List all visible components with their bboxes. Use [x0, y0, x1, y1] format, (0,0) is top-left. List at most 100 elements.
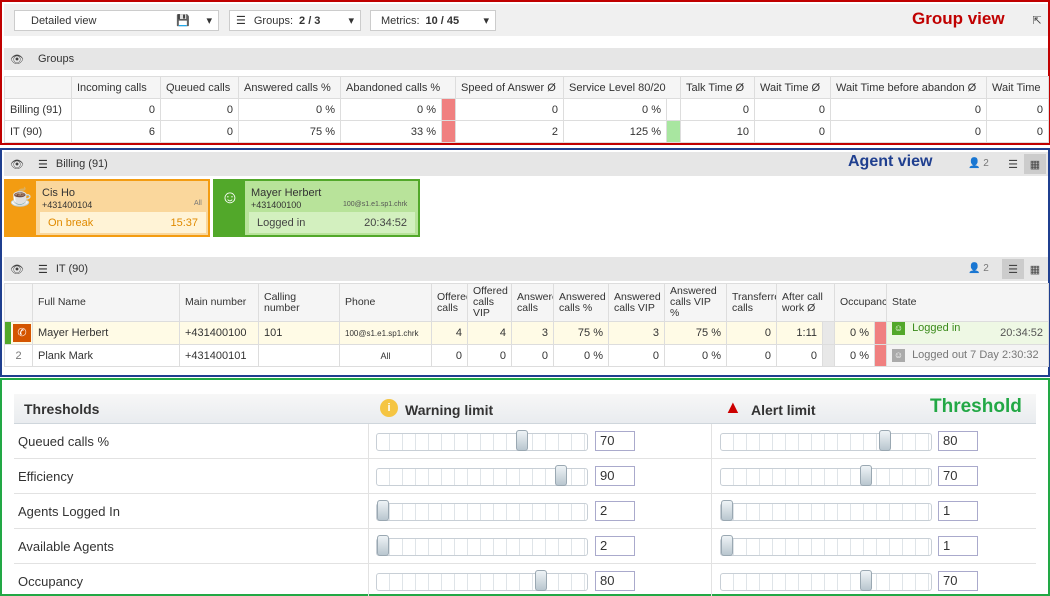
groups-table-header: Incoming calls Queued calls Answered cal…: [4, 76, 1049, 99]
col-header[interactable]: State: [886, 283, 1049, 322]
slider-handle[interactable]: [377, 535, 389, 556]
warning-slider[interactable]: [376, 535, 588, 556]
slider-handle[interactable]: [879, 430, 892, 451]
slider-handle[interactable]: [515, 430, 528, 451]
table-row[interactable]: 2 Plank Mark +431400101 All 0 0 0 0 % 0 …: [4, 344, 1049, 367]
cell: 75 %: [664, 321, 727, 345]
warning-slider[interactable]: [376, 465, 588, 486]
slider-handle[interactable]: [721, 535, 733, 556]
agent-card[interactable]: ☕ Cis Ho +431400104 All On break 15:37: [4, 179, 210, 237]
table-row[interactable]: Billing (91) 0 0 0 % 0 % 0 0 % 0 0 0 0: [4, 98, 1049, 121]
col-header[interactable]: Transferred calls: [726, 283, 777, 322]
col-header[interactable]: Answered calls %: [238, 76, 341, 99]
warning-value-input[interactable]: 90: [595, 466, 635, 486]
it-title: IT (90): [55, 263, 89, 275]
threshold-row: Efficiency 90 70: [14, 459, 1036, 494]
cell: 125 %: [563, 120, 667, 143]
table-row[interactable]: IT (90) 6 0 75 % 33 % 2 125 % 10 0 0 0: [4, 120, 1049, 143]
alert-value-input[interactable]: 70: [938, 571, 978, 591]
info-icon: i: [380, 399, 398, 417]
list-view-icon[interactable]: ☰: [1002, 154, 1024, 174]
grid-view-icon[interactable]: ▦: [1024, 154, 1046, 174]
col-header[interactable]: Answered calls: [511, 283, 554, 322]
alert-slider[interactable]: [720, 465, 932, 486]
alert-slider[interactable]: [720, 430, 932, 451]
alert-slider[interactable]: [720, 535, 932, 556]
col-header[interactable]: Wait Time before abandon Ø: [830, 76, 987, 99]
cell: 0: [431, 344, 468, 367]
view-select[interactable]: Detailed view 💾 ▾: [14, 10, 219, 31]
col-header[interactable]: Calling number: [258, 283, 340, 322]
eye-icon[interactable]: 👁: [4, 158, 30, 171]
warning-value-input[interactable]: 80: [595, 571, 635, 591]
view-select-value: Detailed view: [31, 14, 97, 27]
chevron-down-icon[interactable]: ▾: [196, 14, 212, 27]
cell: 0: [754, 98, 831, 121]
cell: 10: [680, 120, 755, 143]
col-header[interactable]: Queued calls: [160, 76, 239, 99]
cell: 0: [986, 98, 1049, 121]
col-header[interactable]: Answered calls VIP %: [664, 283, 727, 322]
thresholds-title: Thresholds: [24, 401, 100, 417]
alert-slider[interactable]: [720, 500, 932, 521]
agent-card[interactable]: ☺ Mayer Herbert +431400100 100@s1.e1.sp1…: [213, 179, 420, 237]
col-header[interactable]: After call work Ø: [776, 283, 835, 322]
slider-handle[interactable]: [721, 500, 733, 521]
table-row[interactable]: ✆ Mayer Herbert +431400100 101 100@s1.e1…: [4, 321, 1049, 345]
col-header[interactable]: Full Name: [32, 283, 180, 322]
eye-icon[interactable]: 👁: [4, 53, 30, 66]
grid-view-icon[interactable]: ▦: [1024, 259, 1046, 279]
col-header[interactable]: Offered calls VIP: [467, 283, 512, 322]
warning-value-input[interactable]: 2: [595, 536, 635, 556]
slider-handle[interactable]: [555, 465, 568, 486]
col-header[interactable]: Incoming calls: [71, 76, 161, 99]
slider-handle[interactable]: [535, 570, 548, 591]
agent-name: Plank Mark: [32, 344, 180, 367]
cell: 75 %: [553, 321, 609, 345]
group-name: IT (90): [4, 120, 72, 143]
warning-slider[interactable]: [376, 500, 588, 521]
col-header[interactable]: Talk Time Ø: [680, 76, 755, 99]
col-header[interactable]: Answered calls VIP: [608, 283, 665, 322]
metrics-select[interactable]: Metrics: 10 / 45 ▾: [370, 10, 496, 31]
col-header[interactable]: Main number: [179, 283, 259, 322]
cell: 6: [71, 120, 161, 143]
col-header[interactable]: Wait Time: [986, 76, 1049, 99]
col-header[interactable]: Service Level 80/20: [563, 76, 681, 99]
list-view-icon[interactable]: ☰: [1002, 259, 1024, 279]
col-name: [4, 76, 72, 99]
alert-slider[interactable]: [720, 570, 932, 591]
col-header[interactable]: Speed of Answer Ø: [455, 76, 564, 99]
slider-handle[interactable]: [859, 465, 872, 486]
warning-value-input[interactable]: 2: [595, 501, 635, 521]
chevron-down-icon: ▾: [348, 15, 354, 27]
state-text: Logged in: [912, 322, 961, 335]
alert-value-input[interactable]: 1: [938, 501, 978, 521]
cell: 0: [511, 344, 554, 367]
warning-slider[interactable]: [376, 570, 588, 591]
slider-handle[interactable]: [377, 500, 389, 521]
col-header[interactable]: Wait Time Ø: [754, 76, 831, 99]
alert-value-input[interactable]: 80: [938, 431, 978, 451]
status-indicator: [822, 344, 835, 367]
col-header[interactable]: Occupancy: [834, 283, 887, 322]
slider-handle[interactable]: [859, 570, 872, 591]
cell: 0 %: [238, 98, 341, 121]
col-header[interactable]: Offered calls: [431, 283, 468, 322]
warning-slider[interactable]: [376, 430, 588, 451]
col-header[interactable]: Abandoned calls %: [340, 76, 456, 99]
alert-value-input[interactable]: 70: [938, 466, 978, 486]
col-header[interactable]: Answered calls %: [553, 283, 609, 322]
col-header[interactable]: Phone: [339, 283, 432, 322]
cell: 0: [680, 98, 755, 121]
external-link-icon[interactable]: ⇱: [1026, 10, 1048, 30]
save-icon[interactable]: 💾: [176, 14, 196, 27]
groups-select[interactable]: ☰ Groups: 2 / 3 ▾: [229, 10, 361, 31]
groups-table: Incoming calls Queued calls Answered cal…: [4, 76, 1049, 143]
groups-value: 2 / 3: [299, 14, 321, 27]
agent-view-panel: 👁 ☰ Billing (91) Agent view 👤 2 ☰ ▦ ☕ Ci…: [0, 148, 1050, 377]
warning-value-input[interactable]: 70: [595, 431, 635, 451]
alert-value-input[interactable]: 1: [938, 536, 978, 556]
agent-status-bar: Logged in 20:34:52: [249, 212, 415, 233]
eye-icon[interactable]: 👁: [4, 263, 30, 276]
